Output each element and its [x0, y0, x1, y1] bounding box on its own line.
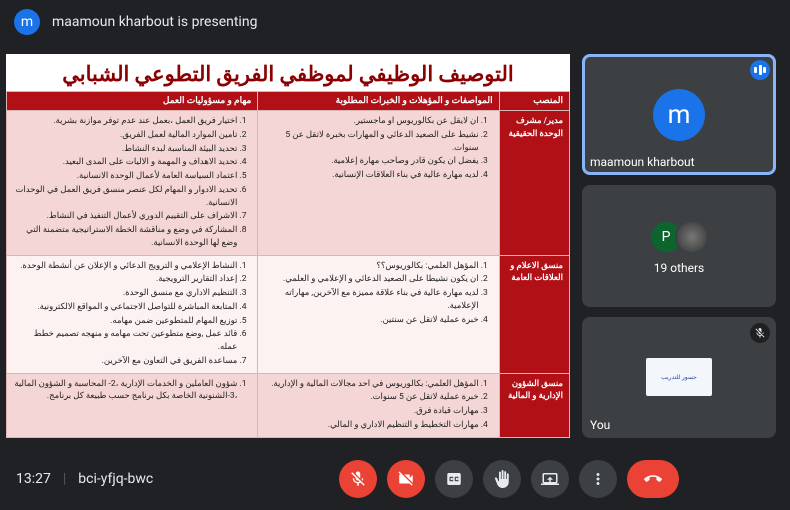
participant-tile-speaker[interactable]: m maamoun kharbout	[582, 54, 776, 175]
table-row: منسق الاعلام و العلاقات العامةالمؤهل الع…	[7, 255, 570, 373]
row-responsibilities: اختيار فريق العمل ،بعمل عند عدم توفر موا…	[7, 111, 258, 256]
table-header-2: المواصفات و المؤهلات و الخبرات المطلوبة	[258, 92, 499, 111]
presentation-table: المنصب المواصفات و المؤهلات و الخبرات ال…	[6, 91, 570, 438]
row-qualifications: المؤهل العلمي: بكالوريوس؟؟ان يكون نشيطا …	[258, 255, 499, 373]
mini-avatar	[675, 220, 709, 254]
controls-bar	[243, 460, 774, 498]
shared-presentation[interactable]: التوصيف الوظيفي لموظفي الفريق التطوعي ال…	[6, 54, 570, 438]
microphone-button[interactable]	[339, 460, 377, 498]
row-responsibilities: النشاط الإعلامي و الترويج الدعائي و الإع…	[7, 255, 258, 373]
participants-sidebar: m maamoun kharbout P 19 others جسور للتد…	[582, 54, 776, 438]
table-header-1: المنصب	[499, 92, 569, 111]
table-row: مدير/ مشرف الوحدة الحقيقيةان لايقل عن بك…	[7, 111, 570, 256]
presenter-avatar: m	[14, 9, 40, 35]
camera-button[interactable]	[387, 460, 425, 498]
speaking-indicator-icon	[750, 60, 770, 80]
row-responsibilities: شؤون العاملين و الخدمات الإدارية ،2- الم…	[7, 373, 258, 437]
app-header: m maamoun kharbout is presenting	[0, 0, 790, 44]
row-qualifications: المؤهل العلمي: بكالوريوس في احد مجالات ا…	[258, 373, 499, 437]
row-label: منسق الشؤون الإدارية و المالية	[499, 373, 569, 437]
row-label: مدير/ مشرف الوحدة الحقيقية	[499, 111, 569, 256]
participant-avatar: m	[653, 89, 705, 141]
presentation-title: التوصيف الوظيفي لموظفي الفريق التطوعي ال…	[6, 54, 570, 91]
muted-icon	[750, 323, 770, 343]
participant-name: maamoun kharbout	[590, 155, 695, 169]
row-label: منسق الاعلام و العلاقات العامة	[499, 255, 569, 373]
presenting-text: maamoun kharbout is presenting	[52, 14, 257, 30]
participant-tile-you[interactable]: جسور للتدريب You	[582, 317, 776, 438]
divider: |	[63, 471, 66, 487]
table-header-3: مهام و مسؤوليات العمل	[7, 92, 258, 111]
you-label: You	[590, 418, 610, 432]
meeting-info[interactable]: 13:27 | bci-yfjq-bwc	[16, 471, 153, 487]
others-avatar-group: P	[649, 220, 709, 254]
present-screen-button[interactable]	[531, 460, 569, 498]
raise-hand-button[interactable]	[483, 460, 521, 498]
row-qualifications: ان لايقل عن بكالوريوس او ماجستير.نشيط عل…	[258, 111, 499, 256]
others-count-label: 19 others	[654, 261, 704, 275]
meeting-time: 13:27	[16, 471, 51, 487]
captions-button[interactable]	[435, 460, 473, 498]
meeting-footer: 13:27 | bci-yfjq-bwc	[0, 448, 790, 510]
leave-call-button[interactable]	[627, 460, 679, 498]
participant-tile-others[interactable]: P 19 others	[582, 185, 776, 306]
main-area: التوصيف الوظيفي لموظفي الفريق التطوعي ال…	[0, 44, 790, 448]
more-options-button[interactable]	[579, 460, 617, 498]
table-row: منسق الشؤون الإدارية و الماليةالمؤهل الع…	[7, 373, 570, 437]
meeting-code: bci-yfjq-bwc	[78, 471, 153, 487]
you-video-thumbnail: جسور للتدريب	[646, 358, 712, 396]
